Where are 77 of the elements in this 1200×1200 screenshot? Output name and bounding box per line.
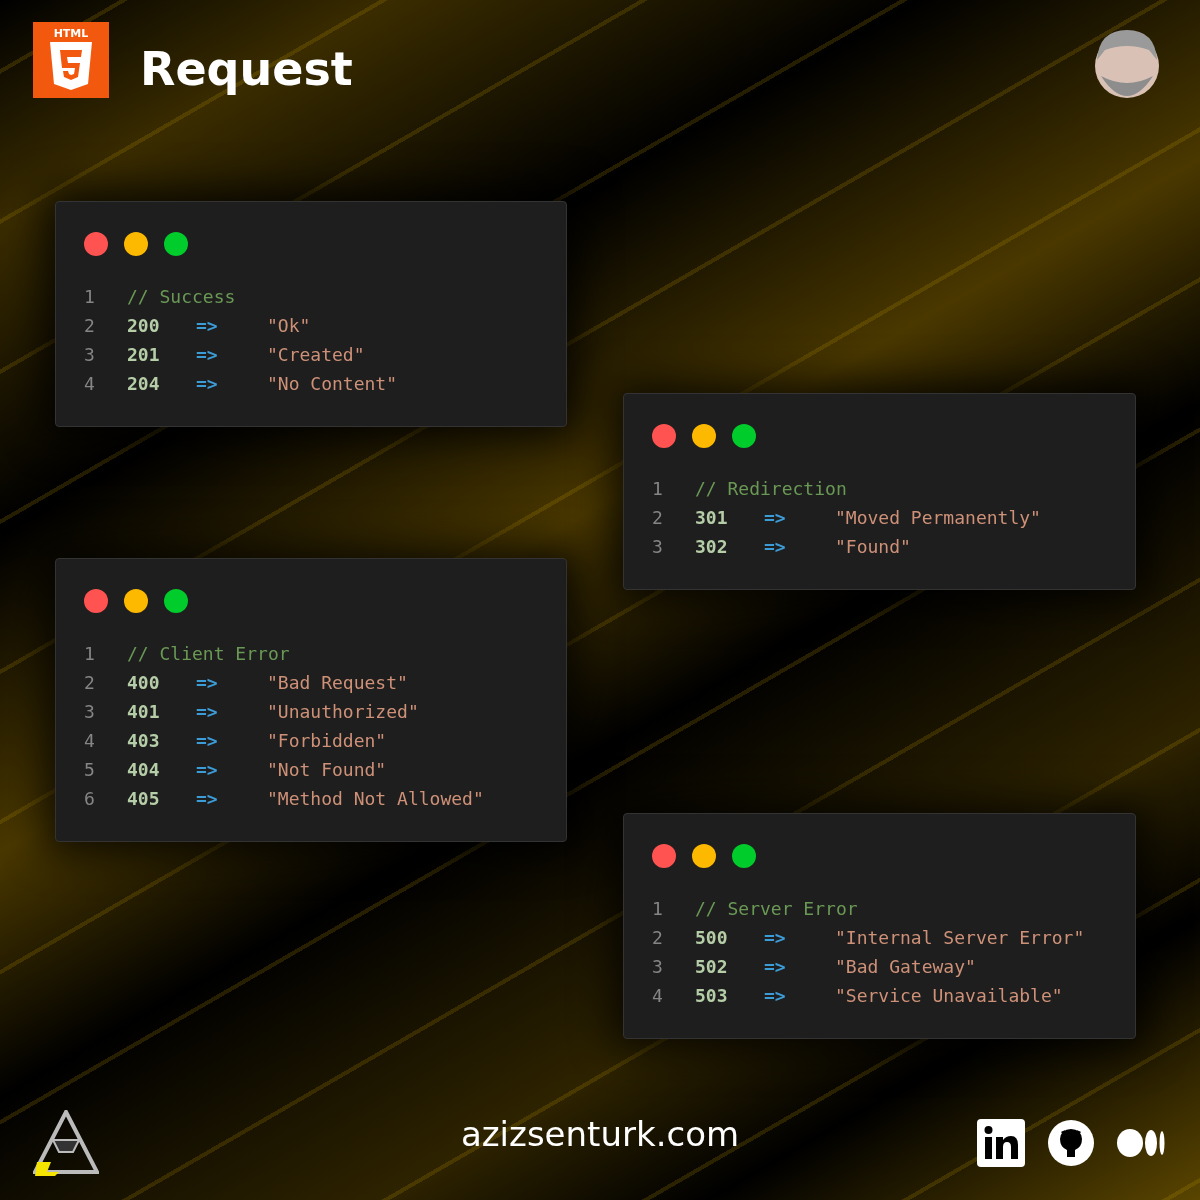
- code-comment: // Success: [127, 286, 236, 307]
- arrow-operator: =>: [764, 985, 787, 1006]
- arrow-operator: =>: [196, 315, 219, 336]
- arrow-operator: =>: [196, 788, 219, 809]
- medium-icon[interactable]: [1117, 1127, 1165, 1158]
- arrow-operator: =>: [196, 730, 219, 751]
- status-code: 403: [127, 730, 161, 751]
- status-text: "Forbidden": [267, 730, 387, 751]
- arrow-operator: =>: [764, 956, 787, 977]
- status-code: 502: [695, 956, 729, 977]
- line-number: 1: [652, 478, 664, 499]
- arrow-operator: =>: [196, 344, 219, 365]
- line-number: 4: [84, 730, 96, 751]
- line-number: 1: [84, 286, 96, 307]
- arrow-operator: =>: [764, 536, 787, 557]
- maximize-dot-icon: [732, 424, 756, 448]
- arrow-operator: =>: [196, 759, 219, 780]
- line-number: 3: [84, 344, 96, 365]
- line-number: 2: [652, 927, 664, 948]
- code-comment: // Server Error: [695, 898, 858, 919]
- status-text: "Found": [835, 536, 911, 557]
- maximize-dot-icon: [164, 589, 188, 613]
- line-number: 4: [652, 985, 664, 1006]
- close-dot-icon: [84, 232, 108, 256]
- code-comment: // Redirection: [695, 478, 847, 499]
- status-code: 500: [695, 927, 729, 948]
- line-number: 3: [652, 956, 664, 977]
- status-code: 302: [695, 536, 729, 557]
- status-text: "Method Not Allowed": [267, 788, 484, 809]
- status-code: 201: [127, 344, 161, 365]
- linkedin-icon[interactable]: [977, 1118, 1025, 1167]
- line-number: 2: [84, 672, 96, 693]
- close-dot-icon: [652, 844, 676, 868]
- minimize-dot-icon: [692, 844, 716, 868]
- website-link[interactable]: azizsenturk.com: [460, 1114, 740, 1154]
- status-code: 404: [127, 759, 161, 780]
- code-comment: // Client Error: [127, 643, 290, 664]
- line-number: 1: [652, 898, 664, 919]
- line-number: 5: [84, 759, 96, 780]
- close-dot-icon: [652, 424, 676, 448]
- status-code: 204: [127, 373, 161, 394]
- letter-a-logo-icon: [33, 1109, 99, 1176]
- status-text: "Bad Request": [267, 672, 408, 693]
- status-text: "Not Found": [267, 759, 387, 780]
- minimize-dot-icon: [124, 589, 148, 613]
- arrow-operator: =>: [764, 927, 787, 948]
- status-text: "Bad Gateway": [835, 956, 976, 977]
- line-number: 1: [84, 643, 96, 664]
- status-code: 301: [695, 507, 729, 528]
- status-text: "Moved Permanently": [835, 507, 1041, 528]
- status-text: "Ok": [267, 315, 311, 336]
- arrow-operator: =>: [196, 701, 219, 722]
- status-code: 200: [127, 315, 161, 336]
- line-number: 6: [84, 788, 96, 809]
- maximize-dot-icon: [164, 232, 188, 256]
- line-number: 4: [84, 373, 96, 394]
- html5-logo-icon: HTML: [33, 22, 109, 98]
- status-text: "Internal Server Error": [835, 927, 1085, 948]
- status-text: "Service Unavailable": [835, 985, 1063, 1006]
- minimize-dot-icon: [692, 424, 716, 448]
- maximize-dot-icon: [732, 844, 756, 868]
- line-number: 3: [652, 536, 664, 557]
- status-code: 400: [127, 672, 161, 693]
- line-number: 3: [84, 701, 96, 722]
- minimize-dot-icon: [124, 232, 148, 256]
- status-code: 401: [127, 701, 161, 722]
- status-code: 503: [695, 985, 729, 1006]
- line-number: 2: [84, 315, 96, 336]
- status-text: "Created": [267, 344, 365, 365]
- status-text: "Unauthorized": [267, 701, 419, 722]
- line-number: 2: [652, 507, 664, 528]
- status-text: "No Content": [267, 373, 398, 394]
- arrow-operator: =>: [196, 373, 219, 394]
- arrow-operator: =>: [764, 507, 787, 528]
- close-dot-icon: [84, 589, 108, 613]
- arrow-operator: =>: [196, 672, 219, 693]
- status-code: 405: [127, 788, 161, 809]
